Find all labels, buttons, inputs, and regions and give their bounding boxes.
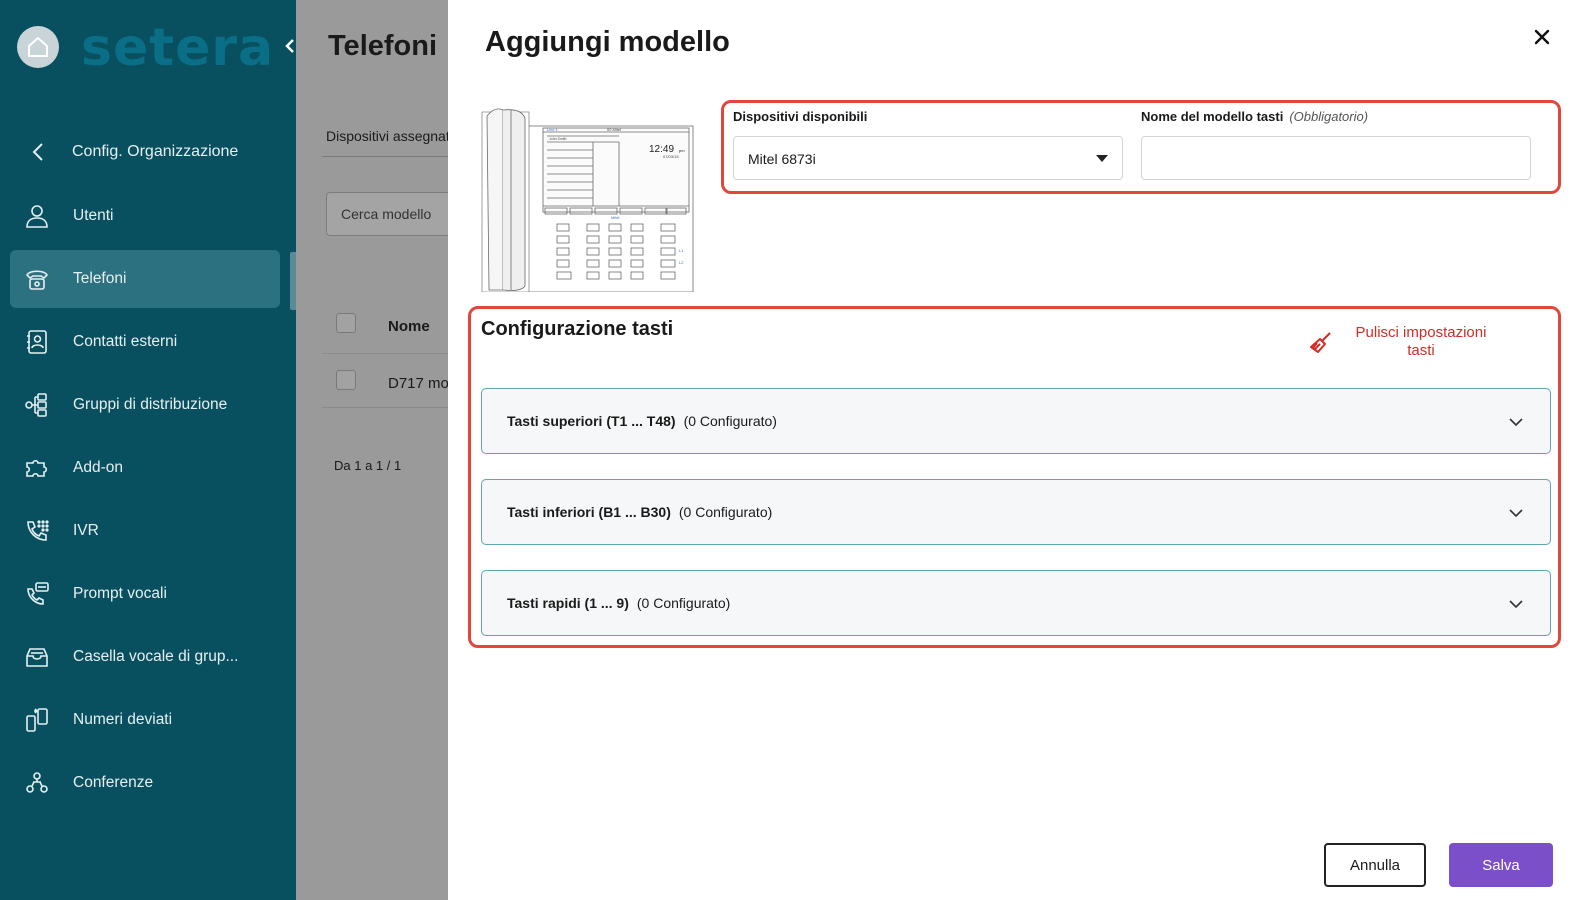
accordion-top-keys[interactable]: Tasti superiori (T1 ... T48) (0 Configura… [481, 388, 1551, 454]
sidebar-item-label: Utenti [73, 207, 114, 224]
pagination-info: Da 1 a 1 / 1 [334, 458, 402, 473]
phone-screen-date: 07/03/15 [663, 154, 679, 159]
phone-screen-status: Line 1 [547, 127, 559, 132]
voice-prompt-icon [24, 581, 50, 607]
template-name-input[interactable] [1141, 136, 1531, 180]
sidebar-item-label: Gruppi di distribuzione [73, 396, 228, 413]
device-select-value: Mitel 6873i [748, 151, 816, 167]
chevron-down-icon [1509, 418, 1523, 427]
sidebar-item-label: Prompt vocali [73, 585, 167, 602]
tab-assigned-devices: Dispositivi assegnati [326, 128, 448, 144]
close-button[interactable] [1531, 26, 1553, 48]
close-icon [1534, 29, 1550, 45]
sidebar-item-ivr[interactable]: IVR [10, 502, 280, 560]
logo-row: setera [17, 18, 296, 78]
phone-icon [24, 266, 50, 292]
accordion-count: (0 Configurato) [683, 413, 777, 429]
table-divider [322, 353, 448, 354]
accordion-title-text: Tasti rapidi (1 ... 9) [507, 595, 629, 611]
add-template-modal: Aggiungi modello Line 1 00 Mitel John Sm… [448, 0, 1584, 900]
accordion-count: (0 Configurato) [678, 504, 773, 520]
sidebar-item-add-on[interactable]: Add-on [10, 439, 280, 497]
phone-side-label: L1 [679, 248, 684, 253]
accordion-bottom-keys[interactable]: Tasti inferiori (B1 ... B30) (0 Configura… [481, 479, 1551, 545]
forward-devices-icon [24, 707, 50, 733]
accordion-title: Tasti superiori (T1 ... T48) (0 Configura… [507, 413, 777, 429]
phone-screen-ampm: pm [679, 148, 685, 153]
cancel-button[interactable]: Annulla [1324, 843, 1426, 887]
accordion-title: Tasti rapidi (1 ... 9) (0 Configurato) [507, 595, 730, 611]
search-placeholder: Cerca modello [341, 206, 432, 222]
distribution-group-icon [24, 392, 50, 418]
sidebar-item-voice-prompts[interactable]: Prompt vocali [10, 565, 280, 623]
phone-screen-contact: John Smith [549, 137, 567, 141]
key-config-title: Configurazione tasti [481, 318, 674, 340]
required-hint: (Obbligatorio) [1289, 109, 1369, 124]
ivr-phone-icon [24, 518, 50, 544]
column-header-name: Nome [388, 318, 430, 335]
clear-key-settings-button[interactable]: Pulisci impostazioni tasti [1308, 324, 1508, 362]
clear-key-settings-label: Pulisci impostazioni tasti [1355, 324, 1487, 359]
sidebar-item-label: Numeri deviati [73, 711, 173, 728]
conference-icon [24, 770, 50, 796]
puzzle-icon [24, 455, 50, 481]
search-input: Cerca modello [326, 192, 448, 236]
sidebar-item-group-voicemail[interactable]: Casella vocale di grup... [10, 628, 280, 686]
accordion-count: (0 Configurato) [636, 595, 731, 611]
sidebar-item-label: Contatti esterni [73, 333, 178, 350]
sidebar-item-label: IVR [73, 522, 99, 539]
sidebar: setera Config. Organizzazione Utenti Tel… [0, 0, 296, 900]
contact-book-icon [24, 329, 50, 355]
phone-screen-ext: 00 Mitel [607, 127, 621, 132]
chevron-down-icon [1509, 509, 1523, 518]
sidebar-item-label: Casella vocale di grup... [73, 648, 239, 665]
setera-logo: setera [81, 18, 275, 78]
sidebar-item-users[interactable]: Utenti [10, 187, 280, 245]
table-row: D717 modello [388, 375, 448, 392]
sidebar-item-label: Add-on [73, 459, 123, 476]
chevron-down-icon [1509, 600, 1523, 609]
select-all-checkbox [336, 313, 356, 333]
sidebar-item-label: Telefoni [73, 270, 127, 287]
chevron-left-icon [32, 143, 43, 161]
chevron-left-icon [285, 39, 294, 53]
accordion-title-text: Tasti superiori (T1 ... T48) [507, 413, 676, 429]
user-icon [24, 203, 50, 229]
sidebar-item-external-contacts[interactable]: Contatti esterni [10, 313, 280, 371]
sidebar-item-label: Conferenze [73, 774, 154, 791]
home-button[interactable] [17, 26, 59, 68]
back-to-organization-config[interactable]: Config. Organizzazione [0, 128, 296, 176]
row-checkbox [336, 370, 356, 390]
device-label: Dispositivi disponibili [733, 109, 868, 124]
sidebar-item-conferences[interactable]: Conferenze [10, 754, 280, 812]
accordion-title: Tasti inferiori (B1 ... B30) (0 Configura… [507, 504, 772, 520]
template-name-label-text: Nome del modello tasti [1141, 109, 1284, 124]
tab-divider [322, 156, 448, 157]
home-icon [28, 37, 48, 57]
accordion-speed-dial-keys[interactable]: Tasti rapidi (1 ... 9) (0 Configurato) [481, 570, 1551, 636]
page-title: Telefoni [328, 30, 438, 62]
sidebar-item-phones[interactable]: Telefoni [10, 250, 280, 308]
accordion-title-text: Tasti inferiori (B1 ... B30) [507, 504, 671, 520]
modal-title: Aggiungi modello [485, 26, 730, 58]
phone-model-illustration: Line 1 00 Mitel John Smith 12:49 pm 07/0… [481, 108, 694, 292]
save-button[interactable]: Salva [1449, 843, 1553, 887]
broom-icon [1310, 332, 1331, 353]
table-divider [322, 407, 448, 408]
voicemail-inbox-icon [24, 644, 50, 670]
sidebar-item-distribution-groups[interactable]: Gruppi di distribuzione [10, 376, 280, 434]
phones-page-overlay: Telefoni Dispositivi assegnati Cerca mod… [296, 0, 448, 900]
phone-screen-soft-label: Mitel [611, 215, 620, 220]
phone-side-label: L2 [679, 260, 684, 265]
sidebar-item-forwarded-numbers[interactable]: Numeri deviati [10, 691, 280, 749]
caret-down-icon [1096, 155, 1108, 162]
device-select[interactable]: Mitel 6873i [733, 136, 1123, 180]
back-label: Config. Organizzazione [72, 143, 239, 160]
template-name-label: Nome del modello tasti (Obbligatorio) [1141, 109, 1368, 124]
